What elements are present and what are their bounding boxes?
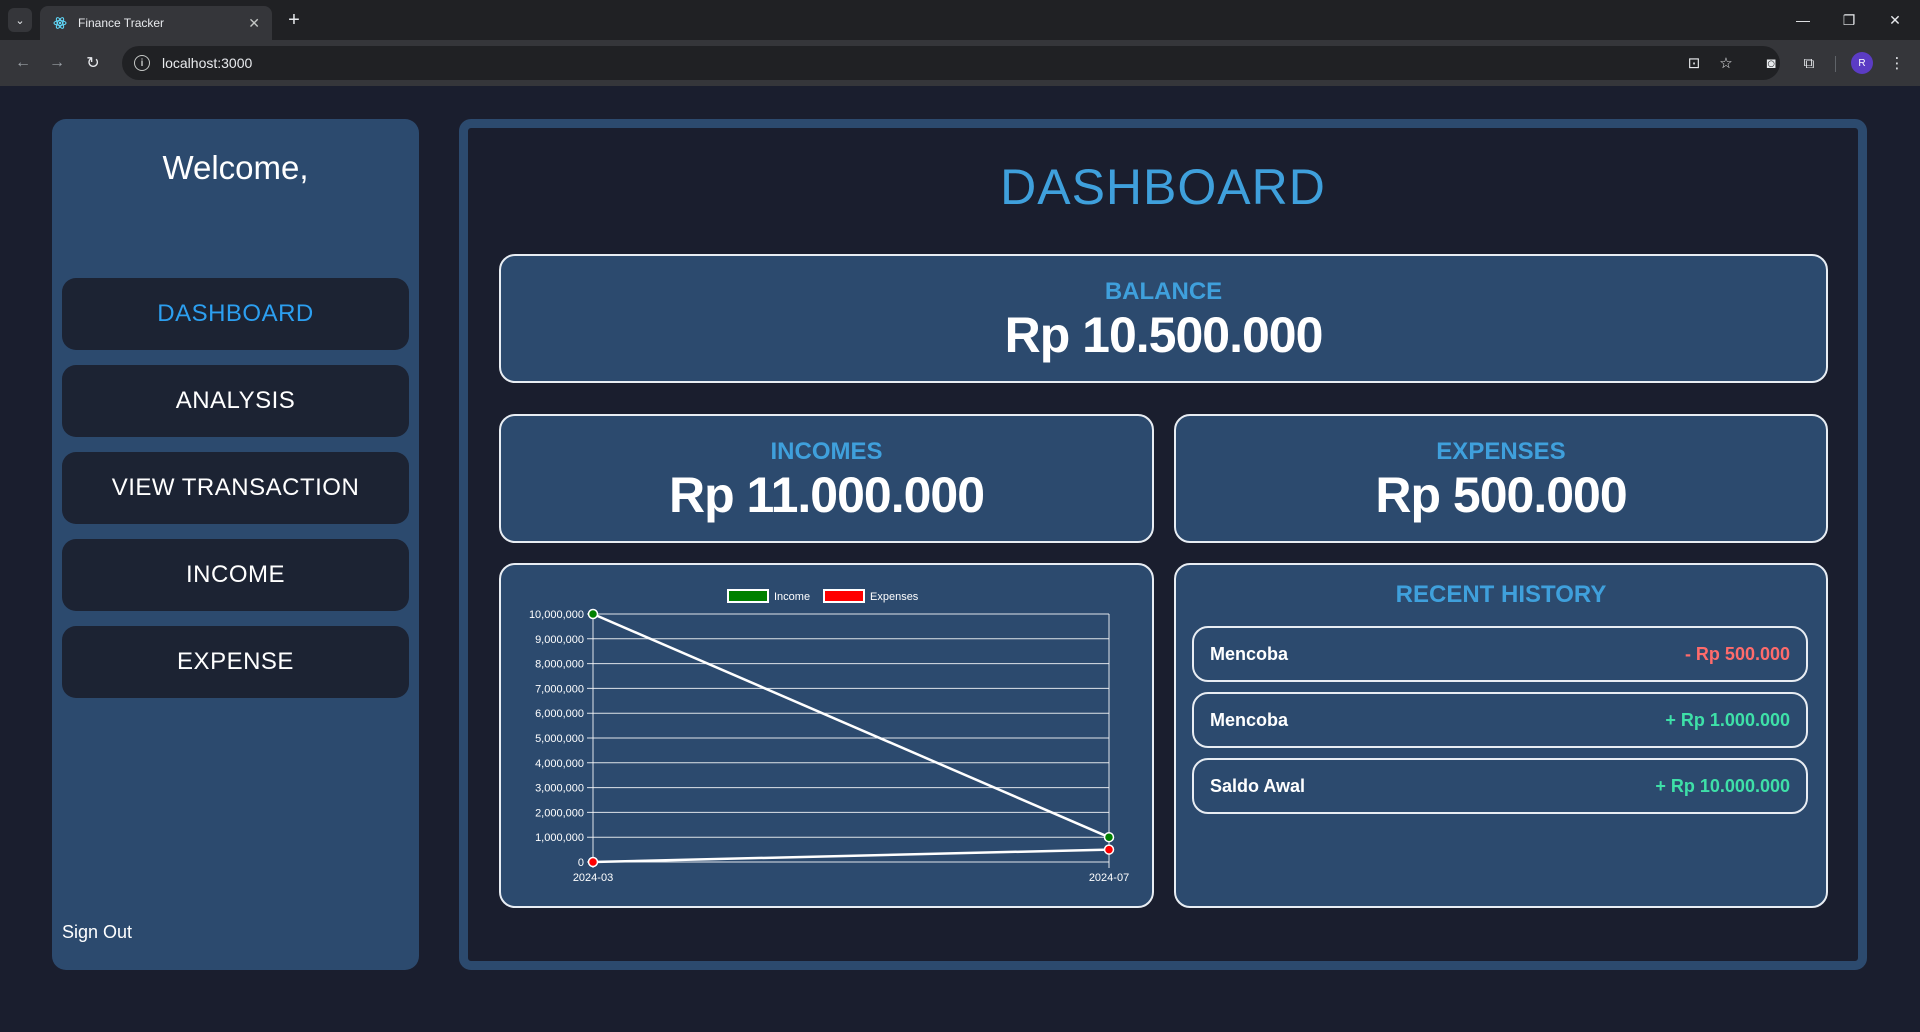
nav-analysis[interactable]: ANALYSIS xyxy=(62,365,409,437)
sign-out-link[interactable]: Sign Out xyxy=(62,922,132,943)
balance-value: Rp 10.500.000 xyxy=(1004,307,1324,363)
y-tick-label: 10,000,000 xyxy=(529,609,584,621)
y-tick-label: 1,000,000 xyxy=(535,832,584,844)
legend-label: Expenses xyxy=(870,591,919,603)
history-row[interactable]: Saldo Awal + Rp 10.000.000 xyxy=(1192,758,1808,814)
incomes-label: INCOMES xyxy=(770,438,883,465)
tab-title: Finance Tracker xyxy=(78,16,165,30)
forward-arrow-icon[interactable]: → xyxy=(44,50,70,76)
incomes-value: Rp 11.000.000 xyxy=(668,467,985,523)
history-title: RECENT HISTORY xyxy=(1395,581,1607,608)
history-amount: + Rp 1.000.000 xyxy=(1665,709,1790,730)
legend-swatch-expenses xyxy=(823,589,865,603)
nav-dashboard[interactable]: DASHBOARD xyxy=(62,278,409,350)
camera-icon[interactable]: ◙ xyxy=(1758,50,1784,76)
y-tick-label: 5,000,000 xyxy=(535,733,584,745)
nav-expense[interactable]: EXPENSE xyxy=(62,626,409,698)
info-icon[interactable]: i xyxy=(134,55,150,71)
restore-button[interactable]: ❐ xyxy=(1826,0,1872,40)
incomes-card: INCOMES Rp 11.000.000 xyxy=(499,414,1154,543)
page-title: DASHBOARD xyxy=(1000,159,1326,215)
x-tick-label: 2024-03 xyxy=(573,872,613,884)
history-name: Mencoba xyxy=(1210,709,1289,730)
nav-income[interactable]: INCOME xyxy=(62,539,409,611)
y-tick-label: 8,000,000 xyxy=(535,659,584,671)
history-card: RECENT HISTORY Mencoba - Rp 500.000 Menc… xyxy=(1174,563,1828,908)
history-amount: + Rp 10.000.000 xyxy=(1655,775,1790,796)
expenses-value: Rp 500.000 xyxy=(1375,467,1627,523)
dashboard-panel: DASHBOARD BALANCE Rp 10.500.000 INCOMES … xyxy=(459,119,1867,970)
star-icon[interactable]: ☆ xyxy=(1712,46,1740,80)
browser-tab-bar: ⌄ Finance Tracker ✕ + — ❐ ✕ xyxy=(0,0,1920,40)
new-tab-button[interactable]: + xyxy=(282,8,306,32)
profile-avatar[interactable]: R xyxy=(1851,52,1873,74)
legend-label: Income xyxy=(774,591,810,603)
close-window-button[interactable]: ✕ xyxy=(1872,0,1918,40)
y-tick-label: 2,000,000 xyxy=(535,807,584,819)
y-tick-label: 3,000,000 xyxy=(535,783,584,795)
history-name: Saldo Awal xyxy=(1210,775,1306,796)
balance-card: BALANCE Rp 10.500.000 xyxy=(499,254,1828,383)
balance-label: BALANCE xyxy=(1104,278,1223,305)
toolbar-divider xyxy=(1835,56,1836,72)
y-tick-label: 4,000,000 xyxy=(535,758,584,770)
history-row[interactable]: Mencoba - Rp 500.000 xyxy=(1192,626,1808,682)
y-tick-label: 7,000,000 xyxy=(535,683,584,695)
y-tick-label: 6,000,000 xyxy=(535,708,584,720)
sidebar: Welcome, DASHBOARD ANALYSIS VIEW TRANSAC… xyxy=(52,119,419,970)
more-menu-icon[interactable]: ⋮ xyxy=(1884,50,1910,76)
y-tick-label: 9,000,000 xyxy=(535,634,584,646)
tab-search-button[interactable]: ⌄ xyxy=(8,8,32,32)
nav-view-transaction[interactable]: VIEW TRANSACTION xyxy=(62,452,409,524)
chevron-down-icon: ⌄ xyxy=(15,14,25,27)
data-point-income xyxy=(587,608,599,620)
address-bar[interactable]: i localhost:3000 ⊡ ☆ xyxy=(122,46,1780,80)
history-name: Mencoba xyxy=(1210,643,1289,664)
y-tick-label: 0 xyxy=(578,857,584,869)
browser-toolbar: ← → ↻ i localhost:3000 ⊡ ☆ ◙ ⧉ ⋮ xyxy=(0,40,1920,86)
minimize-button[interactable]: — xyxy=(1780,0,1826,40)
data-point-expenses xyxy=(587,856,599,868)
income-expense-chart: 0 1,000,000 2,000,000 3,000,000 4,000,000 5,0… xyxy=(529,589,1129,884)
expenses-card: EXPENSES Rp 500.000 xyxy=(1174,414,1828,543)
series-line-expenses xyxy=(592,848,1110,864)
series-line-income xyxy=(592,612,1110,839)
close-icon[interactable]: ✕ xyxy=(248,15,260,32)
extensions-icon[interactable]: ⧉ xyxy=(1796,50,1822,76)
back-arrow-icon[interactable]: ← xyxy=(10,50,36,76)
x-tick-label: 2024-07 xyxy=(1089,872,1129,884)
history-row[interactable]: Mencoba + Rp 1.000.000 xyxy=(1192,692,1808,748)
chart-card: 0 1,000,000 2,000,000 3,000,000 4,000,000 5,0… xyxy=(499,563,1154,908)
data-point-income xyxy=(1103,831,1115,843)
history-amount: - Rp 500.000 xyxy=(1684,643,1790,664)
welcome-text: Welcome, xyxy=(162,149,309,186)
legend-swatch-income xyxy=(727,589,769,603)
install-app-icon[interactable]: ⊡ xyxy=(1680,46,1708,80)
expenses-label: EXPENSES xyxy=(1436,438,1566,465)
react-icon xyxy=(52,15,68,31)
data-point-expenses xyxy=(1103,844,1115,855)
reload-icon[interactable]: ↻ xyxy=(80,50,106,76)
url-text: localhost:3000 xyxy=(162,55,253,71)
browser-tab[interactable]: Finance Tracker ✕ xyxy=(40,6,272,40)
